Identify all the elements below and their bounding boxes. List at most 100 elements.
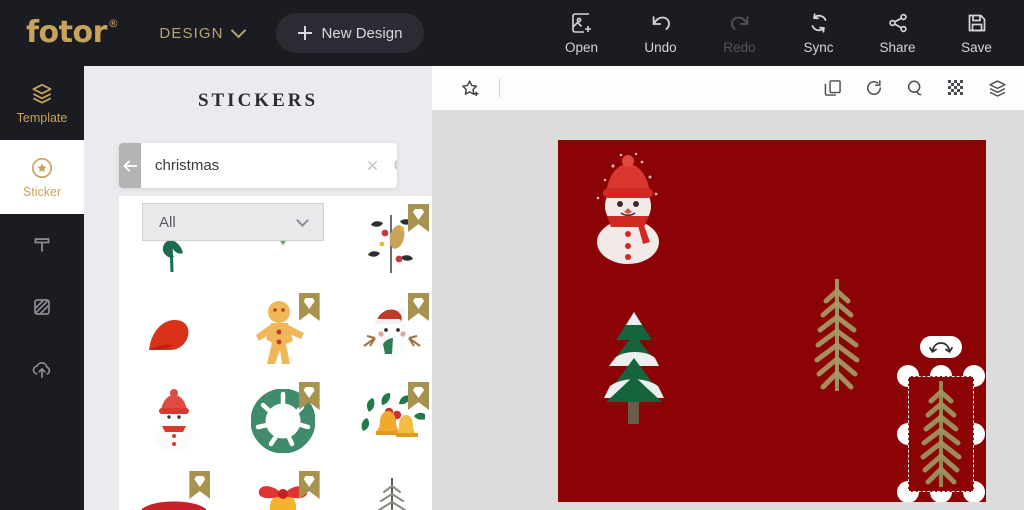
canvas-toolbar-right: [823, 78, 1024, 99]
sticker-item[interactable]: [119, 465, 228, 510]
sidebar-item-text[interactable]: [0, 214, 84, 276]
sync-label: Sync: [803, 40, 834, 55]
sticker-item[interactable]: [228, 465, 337, 510]
new-design-button[interactable]: New Design: [275, 13, 425, 53]
diamond-icon: [413, 387, 424, 398]
search-input[interactable]: [155, 157, 354, 174]
red-banner-ribbon-sticker: [141, 501, 206, 510]
diamond-icon: [303, 387, 315, 398]
sidebar-label-template: Template: [16, 111, 68, 125]
resize-handle-middle-right[interactable]: [974, 423, 985, 445]
sidebar-item-background[interactable]: [0, 276, 84, 338]
chevron-down-icon: [296, 213, 309, 227]
reset-icon: [867, 80, 881, 95]
sidebar-item-upload[interactable]: [0, 338, 84, 400]
star-plus-icon: [462, 79, 479, 96]
sticker-panel: STICKERS christmas All: [84, 66, 447, 510]
undo-button[interactable]: Undo: [621, 11, 700, 55]
design-menu[interactable]: DESIGN: [159, 22, 246, 42]
sticker-item[interactable]: [228, 287, 337, 376]
chevron-down-icon: [230, 22, 246, 39]
plus-icon: [297, 26, 312, 40]
top-bar-actions: Open Undo Redo Sync Share Save: [542, 11, 1024, 55]
diamond-icon: [303, 476, 315, 487]
panel-title: STICKERS: [197, 90, 319, 111]
sticker-item[interactable]: [338, 198, 447, 287]
duplicate-button[interactable]: [823, 78, 843, 98]
snowman-sticker[interactable]: [580, 150, 676, 270]
transparency-icon: [948, 80, 963, 95]
undo-icon: [652, 16, 670, 30]
redo-button[interactable]: Redo: [700, 11, 779, 55]
search-row: [119, 143, 397, 188]
resize-handle-bottom-center[interactable]: [930, 492, 952, 502]
back-button[interactable]: [119, 143, 141, 188]
logo-text: fotor: [26, 15, 107, 50]
sticker-item[interactable]: [119, 376, 228, 465]
sidebar-item-template[interactable]: Template: [0, 66, 84, 140]
layers-button[interactable]: [987, 78, 1008, 99]
sync-button[interactable]: Sync: [779, 11, 858, 55]
design-canvas[interactable]: [558, 140, 986, 502]
sync-icon: [811, 13, 826, 33]
clear-search-button[interactable]: [364, 157, 381, 174]
search-icon: [394, 159, 397, 170]
resize-handle-middle-left[interactable]: [897, 423, 908, 445]
duplicate-icon: [824, 80, 841, 96]
category-filter-value: All: [159, 213, 176, 231]
search-box: [141, 143, 397, 188]
diamond-icon: [413, 298, 424, 309]
left-sidebar: Template Sticker: [0, 66, 84, 510]
canvas-toolbar: [432, 66, 1024, 110]
layers-icon: [32, 83, 52, 104]
save-label: Save: [961, 40, 992, 55]
text-icon: [34, 238, 50, 252]
layers-icon: [989, 79, 1006, 97]
diamond-icon: [194, 476, 206, 487]
search-button[interactable]: [391, 155, 397, 177]
open-button[interactable]: Open: [542, 11, 621, 55]
canvas-toolbar-left: [432, 78, 500, 99]
sticker-item[interactable]: [338, 465, 447, 510]
zoom-icon: [907, 80, 922, 96]
sticker-grid[interactable]: [119, 196, 447, 510]
undo-label: Undo: [644, 40, 677, 55]
close-icon: [367, 160, 378, 171]
selection-frame[interactable]: [897, 336, 985, 502]
fotor-logo[interactable]: fotor®: [26, 15, 119, 50]
gold-fern-tree-sticker[interactable]: [803, 275, 871, 395]
sticker-item[interactable]: [338, 287, 447, 376]
fotor-editor: fotor® DESIGN New Design Open Undo Redo …: [0, 0, 1024, 510]
open-image-icon: [571, 13, 591, 33]
sticker-item[interactable]: [119, 287, 228, 376]
upload-cloud-icon: [32, 362, 51, 378]
open-label: Open: [564, 40, 599, 55]
zoom-button[interactable]: [905, 78, 925, 98]
red-santa-hat-sticker: [148, 319, 189, 350]
design-menu-label: DESIGN: [159, 24, 224, 42]
share-button[interactable]: Share: [858, 11, 937, 55]
snowman-red-beanie-sticker: [154, 388, 193, 452]
back-arrow-icon: [123, 160, 138, 171]
share-icon: [888, 13, 907, 33]
diamond-icon: [303, 298, 315, 309]
favorite-button[interactable]: [460, 78, 481, 99]
save-button[interactable]: Save: [937, 11, 1016, 55]
background-icon: [34, 299, 50, 315]
green-pine-tree-sticker[interactable]: [588, 308, 680, 426]
sticker-item[interactable]: [338, 376, 447, 465]
sticker-item[interactable]: [228, 376, 337, 465]
star-circle-icon: [31, 157, 53, 179]
transparency-button[interactable]: [946, 78, 966, 98]
sidebar-item-sticker[interactable]: Sticker: [0, 140, 84, 214]
top-bar: fotor® DESIGN New Design Open Undo Redo …: [0, 0, 1024, 66]
grey-pine-tree-sticker: [378, 477, 407, 510]
reset-button[interactable]: [864, 78, 884, 98]
diamond-icon: [413, 209, 424, 220]
share-label: Share: [879, 40, 916, 55]
rotate-handle[interactable]: [920, 336, 962, 358]
rotate-icon: [929, 341, 953, 353]
category-filter-dropdown[interactable]: All: [142, 203, 324, 241]
resize-handle-top-center[interactable]: [930, 365, 952, 376]
sticker-grid-inner: [119, 196, 447, 510]
